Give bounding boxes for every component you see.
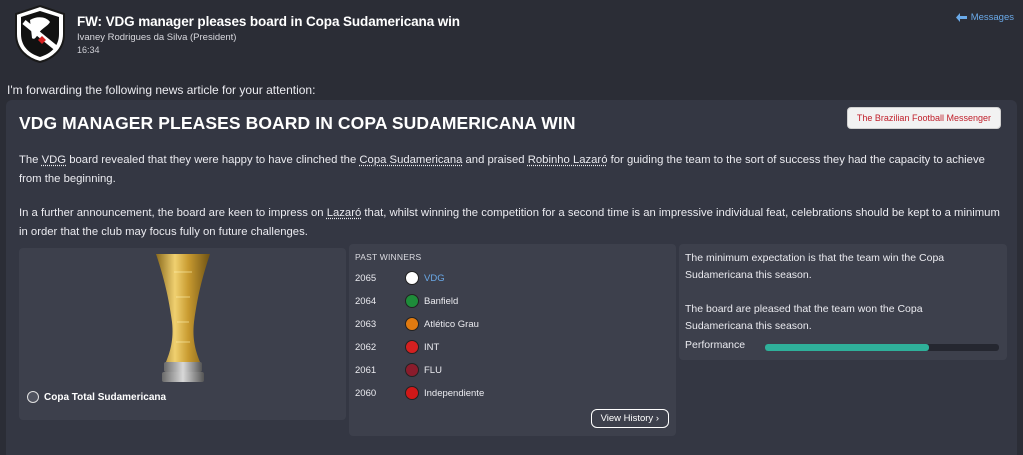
winner-row: 2062 INT [355,338,439,356]
winner-club-link[interactable]: INT [424,342,439,353]
performance-label: Performance [685,339,746,351]
winner-year: 2065 [355,272,377,284]
board-pleased-text: The board are pleased that the team won … [685,303,923,332]
chevron-right-icon: › [655,413,659,424]
text-fragment: board revealed that they were happy to h… [66,154,360,166]
winner-row: 2065 VDG [355,269,445,287]
club-crest-icon [15,4,65,64]
past-winners-title: PAST WINNERS [355,252,422,262]
winner-row: 2061 FLU [355,361,442,379]
text-fragment: The [19,154,42,166]
trophy-label[interactable]: Copa Total Sudamericana [27,391,166,403]
winner-club-link[interactable]: Banfield [424,296,458,307]
winner-club-link[interactable]: Independiente [424,388,484,399]
winner-year: 2061 [355,364,377,376]
minimum-expectation-text: The minimum expectation is that the team… [685,252,945,281]
winner-year: 2060 [355,387,377,399]
club-badge-icon [405,363,419,377]
club-badge-icon [405,340,419,354]
messages-link-label: Messages [970,12,1014,23]
past-winners-panel: PAST WINNERS 2065 VDG 2064 Banfield 2063 Atlé… [349,244,676,436]
winner-club-link[interactable]: VDG [424,273,445,284]
message-header: FW: VDG manager pleases board in Copa Su… [0,0,1023,68]
message-time: 16:34 [77,45,100,55]
trophy-name: Copa Total Sudamericana [44,391,167,403]
winner-row: 2063 Atlético Grau [355,315,479,333]
trophy-image [156,254,210,382]
article-paragraph-2: In a further announcement, the board are… [19,204,1004,242]
club-link[interactable]: VDG [42,154,66,166]
trophy-panel: Copa Total Sudamericana [19,248,346,420]
messages-link[interactable]: Messages [955,12,1014,23]
manager-link[interactable]: Robinho Lazaró [528,154,608,166]
view-history-label: View History [600,413,654,424]
club-badge-icon [405,271,419,285]
winner-row: 2060 Independiente [355,384,484,402]
forward-intro-text: I'm forwarding the following news articl… [7,83,316,97]
club-badge-icon [405,317,419,331]
news-source-badge[interactable]: The Brazilian Football Messenger [846,107,1001,129]
winner-club-link[interactable]: Atlético Grau [424,319,479,330]
back-arrow-icon [955,13,967,22]
performance-bar-fill [765,344,929,351]
article-headline: VDG MANAGER PLEASES BOARD IN COPA SUDAME… [19,113,576,133]
article-paragraph-1: The VDG board revealed that they were ha… [19,151,1004,189]
club-badge-icon [405,294,419,308]
view-history-button[interactable]: View History › [590,409,669,428]
winner-row: 2064 Banfield [355,292,458,310]
manager-link[interactable]: Lazaró [327,207,362,219]
text-fragment: In a further announcement, the board are… [19,207,327,219]
competition-link[interactable]: Copa Sudamericana [359,154,462,166]
message-subject: FW: VDG manager pleases board in Copa Su… [77,14,460,29]
winner-club-link[interactable]: FLU [424,365,442,376]
board-expectations-panel: The minimum expectation is that the team… [679,244,1007,360]
winner-year: 2064 [355,295,377,307]
winner-year: 2062 [355,341,377,353]
club-badge-icon [405,386,419,400]
text-fragment: and praised [462,154,528,166]
winner-year: 2063 [355,318,377,330]
globe-icon [27,391,39,403]
message-sender[interactable]: Ivaney Rodrigues da Silva (President) [77,32,236,43]
performance-bar [765,344,999,351]
